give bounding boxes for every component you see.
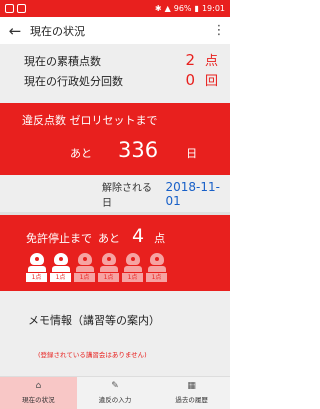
suspension-points: 4 [132, 225, 145, 247]
calendar-icon: ▦ [187, 381, 196, 391]
helmet-icon [125, 253, 140, 265]
points-unit: 点 [204, 54, 218, 69]
helmet-icon [101, 253, 116, 265]
tab-label: 過去の履歴 [175, 396, 208, 404]
tab-label: 現在の状況 [22, 396, 55, 404]
notification-icon [5, 4, 14, 13]
clock: 19:01 [201, 4, 225, 13]
dispositions-label: 現在の行政処分回数 [24, 75, 123, 88]
figure-body [123, 266, 142, 272]
reset-unit: 日 [186, 147, 198, 160]
points-value: 2 [185, 51, 195, 69]
point-figure: 1点 [74, 253, 95, 282]
suspension-panel: 免許停止まで あと 4 点 1点 1点 1点 1点 1点 1点 [0, 215, 230, 291]
suspension-prefix: あと [98, 232, 120, 245]
home-icon: ⌂ [35, 381, 42, 391]
figure-body [99, 266, 118, 272]
reset-title: 違反点数 ゼロリセットまで [22, 114, 158, 127]
battery-icon: ▮ [194, 4, 199, 13]
point-figure: 1点 [98, 253, 119, 282]
arrow-back-icon[interactable]: ← [0, 22, 30, 40]
point-figure: 1点 [50, 253, 71, 282]
release-panel: 解除される日 2018-11-01 [0, 175, 230, 215]
point-badge: 1点 [122, 273, 143, 282]
tab-violation-input[interactable]: ✎ 違反の入力 [77, 377, 154, 409]
helmet-icon [29, 253, 44, 265]
app-bar: ← 現在の状況 ⋮ [0, 17, 230, 44]
point-figure: 1点 [26, 253, 47, 282]
memo-panel: メモ情報（講習等の案内） (登録されている講習会はありません) [0, 291, 230, 383]
helmet-icon [53, 253, 68, 265]
pencil-icon: ✎ [111, 381, 119, 391]
tab-label: 違反の入力 [98, 396, 132, 404]
tab-current-status[interactable]: ⌂ 現在の状況 [0, 377, 77, 409]
point-figures: 1点 1点 1点 1点 1点 1点 [26, 253, 230, 282]
figure-body [27, 266, 46, 272]
bluetooth-icon: ✱ [154, 4, 162, 13]
dispositions-row: 現在の行政処分回数 0 回 [24, 70, 218, 90]
point-badge: 1点 [26, 273, 47, 282]
helmet-icon [149, 253, 164, 265]
point-badge: 1点 [98, 273, 119, 282]
release-label: 解除される日 [102, 182, 152, 209]
bottom-nav: ⌂ 現在の状況 ✎ 違反の入力 ▦ 過去の履歴 [0, 376, 230, 409]
counts-panel: 現在の累積点数 2 点 現在の行政処分回数 0 回 [0, 44, 230, 103]
reset-days: 336 [118, 138, 159, 162]
helmet-icon [77, 253, 92, 265]
more-vert-icon[interactable]: ⋮ [208, 23, 230, 38]
point-figure: 1点 [146, 253, 167, 282]
suspension-title: 免許停止まで [26, 232, 92, 245]
dispositions-value: 0 [185, 71, 195, 89]
release-date: 2018-11-01 [165, 179, 220, 208]
signal-icon: ▲ [164, 4, 171, 13]
reset-prefix: あと [70, 147, 92, 160]
battery-level: 96% [173, 4, 192, 13]
page-title: 現在の状況 [30, 24, 85, 38]
reset-panel: 違反点数 ゼロリセットまで あと 336 日 [0, 103, 230, 175]
tab-history[interactable]: ▦ 過去の履歴 [153, 377, 230, 409]
figure-body [147, 266, 166, 272]
points-row: 現在の累積点数 2 点 [24, 50, 218, 70]
notification-icon [17, 4, 26, 13]
point-badge: 1点 [146, 273, 167, 282]
figure-body [51, 266, 70, 272]
memo-note: (登録されている講習会はありません) [38, 351, 147, 359]
points-label: 現在の累積点数 [24, 55, 101, 68]
memo-title: メモ情報（講習等の案内） [28, 314, 160, 327]
point-badge: 1点 [50, 273, 71, 282]
dispositions-unit: 回 [204, 74, 218, 89]
figure-body [75, 266, 94, 272]
suspension-unit: 点 [154, 232, 166, 245]
status-bar: ✱ ▲ 96% ▮ 19:01 [0, 0, 230, 17]
point-figure: 1点 [122, 253, 143, 282]
point-badge: 1点 [74, 273, 95, 282]
